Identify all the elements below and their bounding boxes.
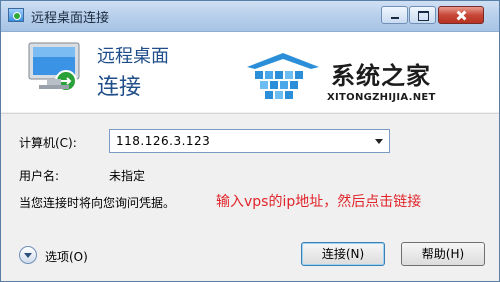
site-logo-url: XITONGZHIJIA.NET — [327, 92, 436, 103]
title-bar[interactable]: 远程桌面连接 — [1, 1, 499, 32]
monitor-icon — [28, 42, 80, 92]
header-divider — [1, 113, 499, 114]
computer-combobox[interactable]: 118.126.3.123 — [109, 129, 390, 153]
remote-desktop-app-icon — [8, 8, 24, 22]
window-title: 远程桌面连接 — [31, 11, 110, 26]
expand-options-icon[interactable] — [19, 246, 37, 264]
computer-label: 计算机(C): — [19, 136, 77, 150]
banner-title-line1: 远程桌面 — [97, 46, 169, 67]
chevron-down-icon[interactable] — [375, 139, 383, 144]
options-label[interactable]: 选项(O) — [45, 248, 88, 265]
minimize-button[interactable] — [381, 6, 408, 24]
remote-desktop-window: 远程桌面连接 远程桌面 连接 系统之家 XITONGZHIJIA.NET 计算机… — [0, 0, 500, 282]
credentials-note: 当您连接时将向您询问凭据。 — [19, 196, 176, 210]
close-button[interactable] — [438, 6, 484, 24]
help-button[interactable]: 帮助(H) — [401, 242, 485, 266]
username-value: 未指定 — [109, 169, 146, 183]
connect-button[interactable]: 连接(N) — [301, 242, 385, 266]
username-label: 用户名: — [19, 169, 60, 183]
computer-value[interactable]: 118.126.3.123 — [116, 134, 210, 148]
site-logo-icon — [247, 53, 319, 99]
site-logo-name: 系统之家 — [331, 62, 431, 90]
maximize-button[interactable] — [409, 6, 436, 24]
banner-title-line2: 连接 — [97, 75, 142, 100]
instruction-annotation: 输入vps的ip地址，然后点击链接 — [216, 194, 422, 210]
